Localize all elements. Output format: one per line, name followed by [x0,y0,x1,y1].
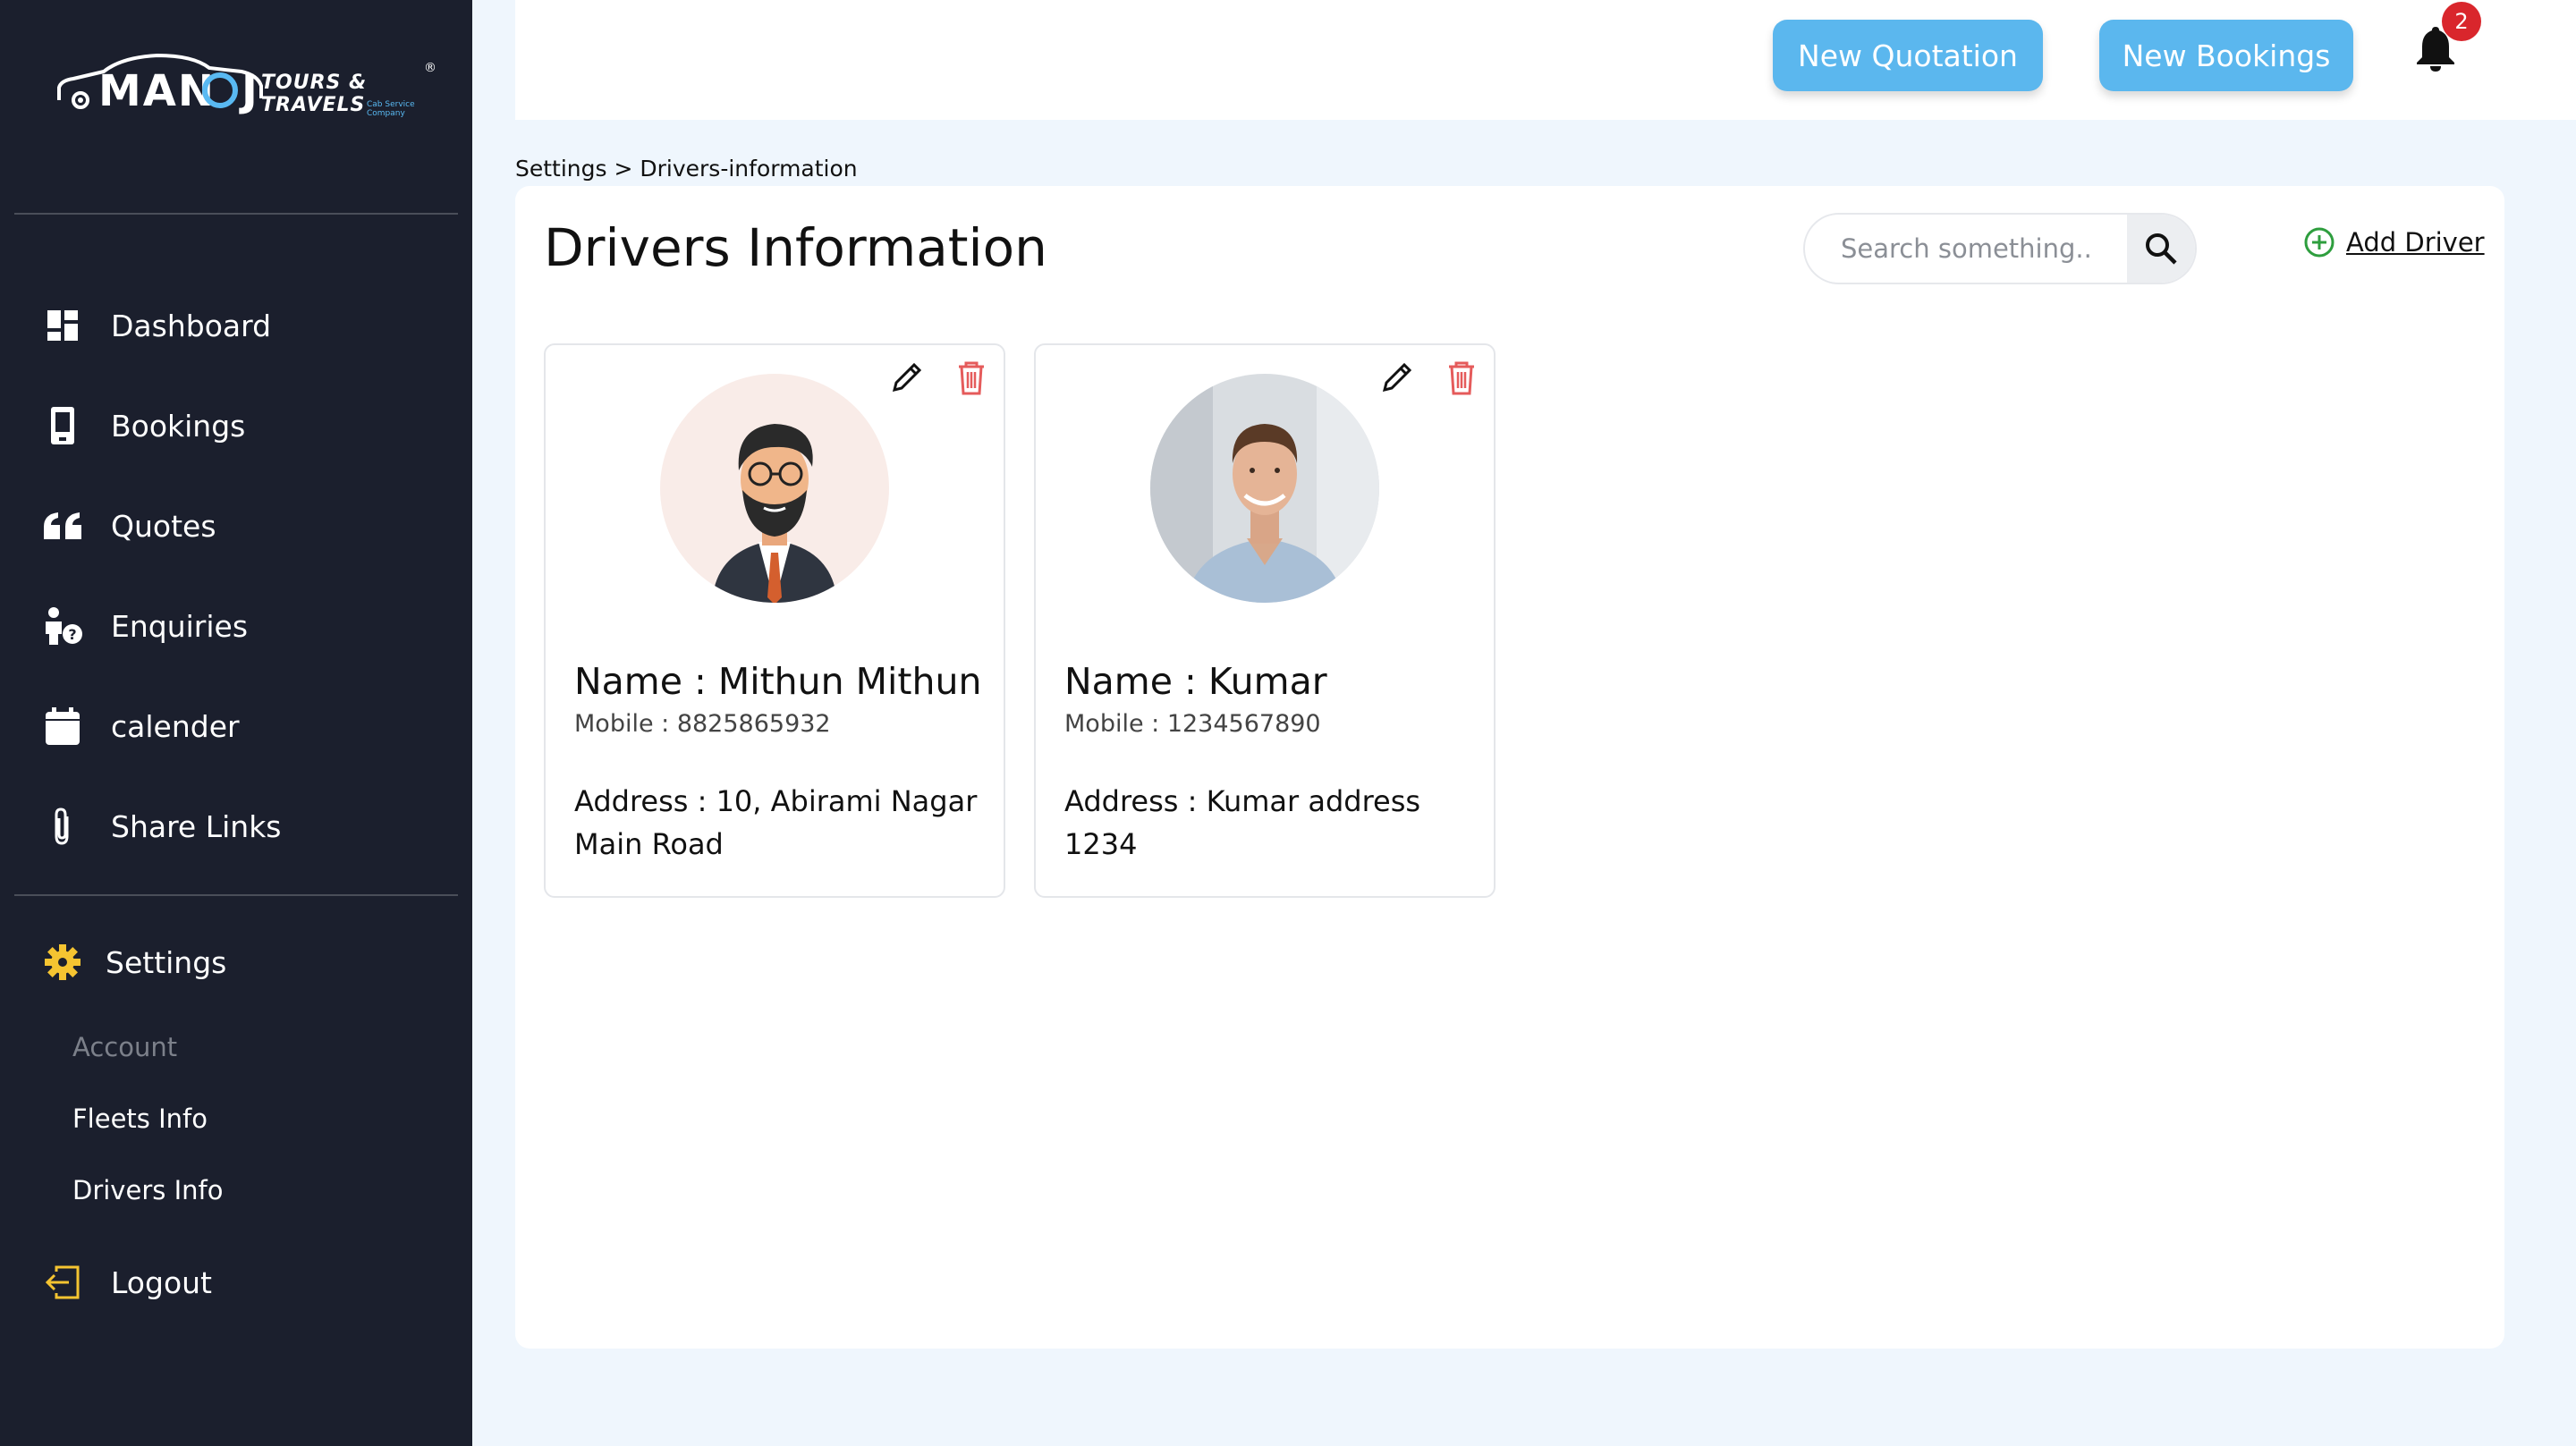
sidebar-item-label: Quotes [111,508,216,544]
delete-trash-icon[interactable] [952,358,991,397]
add-driver-label: Add Driver [2346,227,2485,258]
new-bookings-button[interactable]: New Bookings [2099,20,2353,91]
sidebar-item-label: Settings [106,944,227,980]
breadcrumb: Settings > Drivers-information [515,156,858,182]
search-icon [2146,233,2177,265]
sidebar-item-bookings[interactable]: Bookings [41,399,245,452]
phone-icon [41,404,84,447]
sidebar-item-settings[interactable]: Settings [41,935,226,989]
brand-name: MAN [98,66,216,116]
driver-avatar [660,374,889,603]
gear-icon [41,941,84,984]
sidebar-divider [14,213,458,215]
add-driver-link[interactable]: Add Driver [2303,226,2485,258]
search-button[interactable] [2127,215,2195,283]
driver-name: Name : Kumar [1064,660,1327,703]
sidebar-item-label: Logout [111,1264,212,1300]
sidebar-subitem-drivers-info[interactable]: Drivers Info [72,1175,223,1205]
registered-mark: ® [424,61,436,75]
brand-o-circle-icon [202,72,238,108]
calendar-icon [41,705,84,748]
sidebar-item-enquiries[interactable]: ? Enquiries [41,599,248,653]
sidebar-item-dashboard[interactable]: Dashboard [41,299,271,352]
sidebar-item-calender[interactable]: calender [41,699,240,753]
quote-icon [41,504,84,547]
driver-card: Name : Kumar Mobile : 1234567890 Address… [1034,343,1496,898]
sidebar: MAN J TOURS & TRAVELS Cab Service Compan… [0,0,472,1446]
dashboard-icon [41,304,84,347]
sidebar-item-quotes[interactable]: Quotes [41,499,216,553]
sidebar-subitem-account[interactable]: Account [72,1032,177,1062]
page-title: Drivers Information [544,217,1047,278]
main-panel: Drivers Information Add Driver [515,186,2504,1349]
sidebar-divider [14,894,458,896]
new-quotation-button[interactable]: New Quotation [1773,20,2043,91]
plus-circle-icon [2304,227,2334,258]
sidebar-item-label: Share Links [111,808,282,844]
sidebar-item-logout[interactable]: Logout [41,1256,212,1309]
sidebar-item-label: Dashboard [111,308,272,343]
driver-card: Name : Mithun Mithun Mobile : 8825865932… [544,343,1005,898]
brand-subtitle: Cab Service Company [367,100,415,118]
driver-address: Address : Kumar address 1234 [1064,784,1421,861]
sidebar-subitem-fleets-info[interactable]: Fleets Info [72,1104,208,1134]
person-question-icon: ? [41,605,84,647]
sidebar-item-label: calender [111,708,240,744]
driver-photo [1150,374,1379,603]
driver-address: Address : 10, Abirami Nagar Main Road [574,784,978,861]
search-input[interactable] [1805,215,2127,283]
paperclip-icon [41,805,84,848]
logout-icon [41,1261,84,1304]
sidebar-item-label: Bookings [111,408,246,444]
driver-name: Name : Mithun Mithun [574,660,982,703]
delete-trash-icon[interactable] [1442,358,1481,397]
notification-count-badge: 2 [2442,2,2481,41]
driver-mobile: Mobile : 8825865932 [574,710,831,738]
driver-mobile: Mobile : 1234567890 [1064,710,1321,738]
edit-pencil-icon[interactable] [887,358,927,397]
sidebar-item-share-links[interactable]: Share Links [41,799,282,853]
brand-logo[interactable]: MAN J TOURS & TRAVELS Cab Service Compan… [50,36,444,125]
svg-text:?: ? [68,626,76,643]
search-bar [1803,213,2197,284]
sidebar-item-label: Enquiries [111,608,249,644]
brand-name-end: J [242,66,259,116]
edit-pencil-icon[interactable] [1377,358,1417,397]
